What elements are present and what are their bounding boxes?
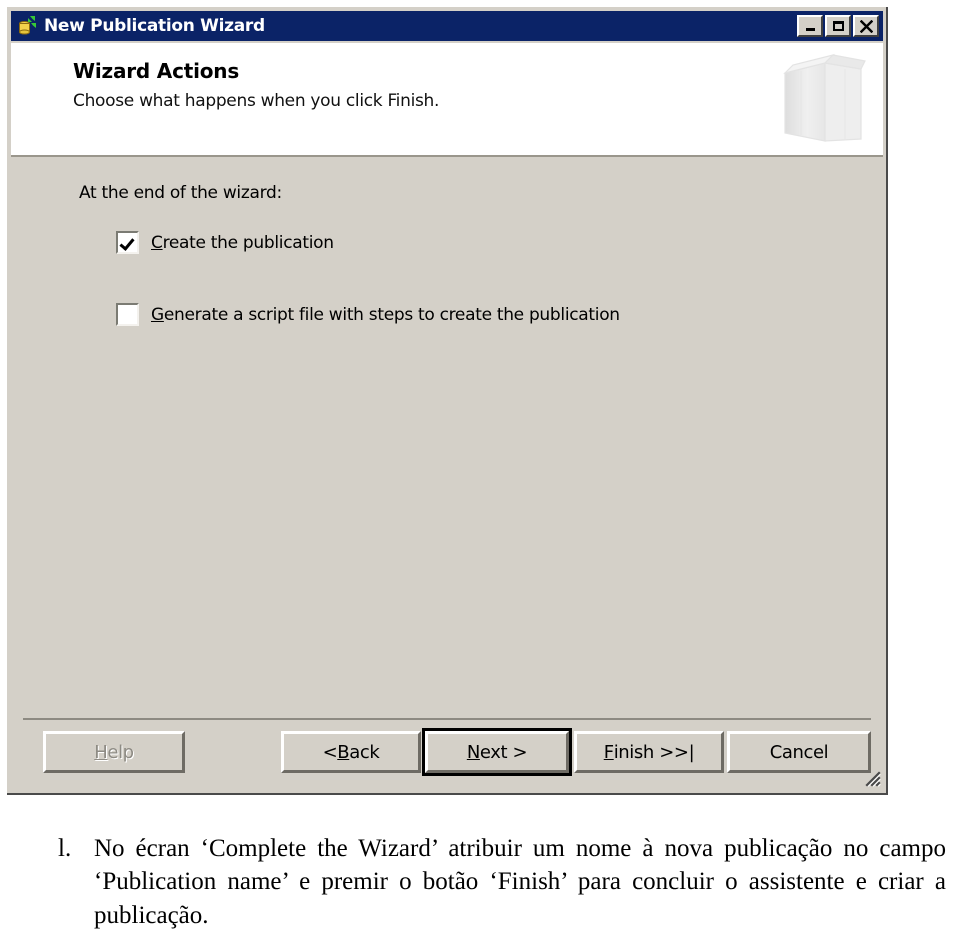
option-create-the-publication[interactable]: Create the publication [116,231,334,254]
label-text-script: enerate a script file with steps to crea… [163,304,620,325]
title-bar[interactable]: New Publication Wizard [11,11,883,41]
cancel-button[interactable]: Cancel [727,731,871,773]
back-button[interactable]: < Back [281,731,421,773]
minimize-icon [799,17,821,35]
finish-button[interactable]: Finish >>| [574,731,724,773]
finish-label: inish >>| [613,741,695,763]
next-label: ext > [479,741,528,763]
resize-grip[interactable] [861,767,881,787]
window-title: New Publication Wizard [44,16,265,36]
wizard-body: At the end of the wizard: Create the pub… [11,159,883,789]
end-of-wizard-label: At the end of the wizard: [79,183,282,203]
label-text-create: reate the publication [162,232,334,253]
caption-body-text: No écran ‘Complete the Wizard’ atribuir … [94,835,946,929]
page-subtitle: Choose what happens when you click Finis… [73,91,440,111]
close-button[interactable] [853,15,879,37]
new-publication-wizard-window: New Publication Wizard Wizard Actions Ch… [7,7,888,795]
maximize-icon [827,17,849,35]
wizard-header-banner: Wizard Actions Choose what happens when … [11,43,883,157]
finish-mnemonic: F [603,741,614,763]
next-mnemonic: N [466,741,480,763]
publication-database-icon [17,15,39,37]
mnemonic-g: G [151,304,164,325]
footer-divider [23,718,871,720]
minimize-button[interactable] [797,15,823,37]
caption-paragraph: l. No écran ‘Complete the Wizard’ atribu… [58,832,946,932]
back-label: ack [349,741,380,763]
close-icon [855,17,877,35]
page-title: Wizard Actions [73,59,240,83]
help-label: elp [107,741,134,763]
back-mnemonic: B [337,741,350,763]
checkbox-create-the-publication[interactable] [116,231,139,254]
publication-book-icon [765,47,875,151]
next-button[interactable]: Next > [422,728,572,776]
help-mnemonic: H [94,741,108,763]
checkbox-label-generate-a-script-file: Generate a script file with steps to cre… [151,305,620,325]
option-generate-a-script-file[interactable]: Generate a script file with steps to cre… [116,303,620,326]
maximize-button[interactable] [825,15,851,37]
cancel-label: Cancel [769,741,829,763]
checkbox-label-create-the-publication: Create the publication [151,233,334,253]
caption-list-marker: l. [58,835,72,862]
checkbox-generate-a-script-file[interactable] [116,303,139,326]
help-button[interactable]: Help [43,731,185,773]
back-prefix: < [322,741,338,763]
wizard-button-bar: Help < Back Next > Finish >>| Cancel [11,728,883,781]
mnemonic-c: C [151,232,163,253]
window-controls [797,15,883,37]
